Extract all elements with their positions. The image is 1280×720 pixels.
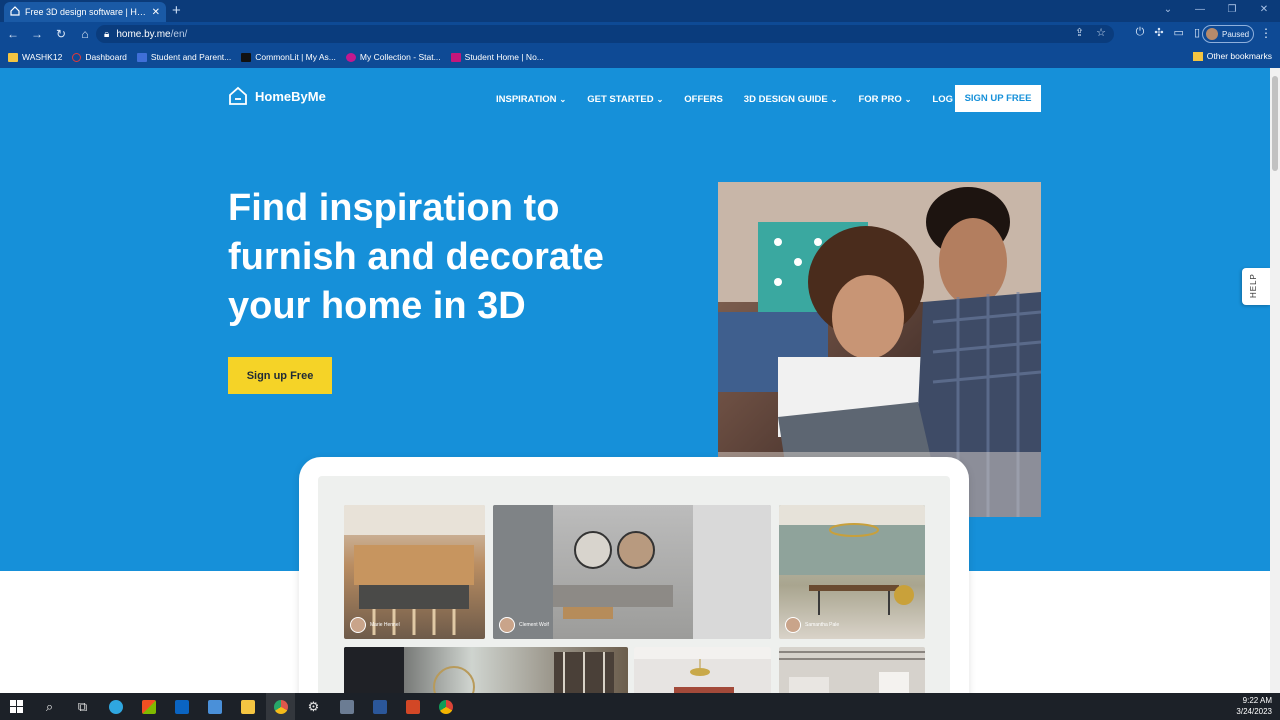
brand-name: HomeByMe xyxy=(255,88,326,104)
side-panel-icon[interactable]: ▯ xyxy=(1194,26,1200,39)
chrome-profile-icon[interactable] xyxy=(429,693,462,720)
sign-up-free-button[interactable]: SIGN UP FREE xyxy=(955,85,1041,112)
cast-icon[interactable]: ▭ xyxy=(1174,26,1184,39)
mail-icon[interactable] xyxy=(165,693,198,720)
book-icon xyxy=(241,52,252,62)
gallery-card[interactable]: Marie Hennel xyxy=(344,505,485,639)
windows-taskbar: ⌕ ⧉ ⚙ 9:22 AM 3/24/2023 xyxy=(0,693,1280,720)
hero-headline: Find inspiration to furnish and decorate… xyxy=(228,187,604,327)
brand-logo[interactable]: HomeByMe xyxy=(228,86,326,106)
folder-icon xyxy=(1192,51,1203,61)
avatar xyxy=(1206,28,1218,40)
minimize-icon[interactable]: — xyxy=(1184,0,1216,22)
card-author: Clement Wolf xyxy=(499,617,549,633)
word-icon[interactable] xyxy=(363,693,396,720)
bookmark-item[interactable]: Dashboard xyxy=(72,52,127,62)
search-icon[interactable]: ⌕ xyxy=(33,693,66,720)
bookmark-star-icon[interactable]: ☆ xyxy=(1096,26,1106,39)
chevron-down-icon: ⌄ xyxy=(559,95,567,104)
new-tab-button[interactable]: + xyxy=(172,2,181,20)
power-extension-icon[interactable]: ⏻ xyxy=(1136,26,1145,39)
folder-icon xyxy=(8,52,18,62)
browser-tab-active[interactable]: Free 3D design software | HomeByMe ✕ xyxy=(4,2,166,22)
clock-time: 9:22 AM xyxy=(1242,696,1272,705)
lock-icon: 🔒︎ xyxy=(104,28,110,40)
collection-icon xyxy=(345,52,356,62)
nav-3d-design-guide[interactable]: 3D DESIGN GUIDE ⌄ xyxy=(744,94,838,105)
system-clock[interactable]: 9:22 AM 3/24/2023 xyxy=(1236,695,1272,717)
powerpoint-icon[interactable] xyxy=(396,693,429,720)
student-home-icon xyxy=(450,52,461,62)
homebyme-favicon-icon xyxy=(10,6,20,18)
bookmark-item[interactable]: CommonLit | My As... xyxy=(241,52,336,62)
edge-icon[interactable] xyxy=(99,693,132,720)
other-bookmarks[interactable]: Other bookmarks xyxy=(1192,51,1272,61)
address-bar-row: ← → ↻ ⌂ 🔒︎ home.by.me/en/ ⇪ ☆ ⏻ ✣ ▭ ▯ Pa… xyxy=(0,22,1280,46)
bookmarks-bar: WASHK12 Dashboard Student and Parent... … xyxy=(0,46,1280,68)
bookmark-item[interactable]: My Collection - Stat... xyxy=(345,52,441,62)
url-input[interactable]: 🔒︎ home.by.me/en/ ⇪ ☆ xyxy=(96,25,1114,43)
window-controls: ⌄ — ❐ ✕ xyxy=(1152,0,1280,22)
browser-tab-strip: Free 3D design software | HomeByMe ✕ + ⌄… xyxy=(0,0,1280,22)
hero-sign-up-button[interactable]: Sign up Free xyxy=(228,357,332,394)
avatar xyxy=(350,617,366,633)
dashboard-icon xyxy=(72,52,82,62)
avatar xyxy=(785,617,801,633)
help-tab[interactable]: HELP xyxy=(1242,268,1270,305)
project-gallery: Marie Hennel Clement Wolf Samantha Pale xyxy=(318,476,950,706)
close-window-icon[interactable]: ✕ xyxy=(1248,0,1280,22)
tab-title: Free 3D design software | HomeByMe xyxy=(25,7,147,17)
gallery-card[interactable]: Clement Wolf xyxy=(493,505,771,639)
home-icon[interactable]: ⌂ xyxy=(74,27,96,41)
bookmark-item[interactable]: Student Home | No... xyxy=(450,52,544,62)
task-view-icon[interactable]: ⧉ xyxy=(66,693,99,720)
chevron-down-icon: ⌄ xyxy=(904,95,912,104)
device-mockup: Marie Hennel Clement Wolf Samantha Pale xyxy=(299,457,969,717)
tab-search-icon[interactable]: ⌄ xyxy=(1152,0,1184,22)
forward-icon[interactable]: → xyxy=(26,27,48,41)
chevron-down-icon: ⌄ xyxy=(656,95,664,104)
profile-button[interactable]: Paused xyxy=(1202,25,1254,43)
house-logo-icon xyxy=(229,86,247,105)
puzzle-extension-icon[interactable]: ✣ xyxy=(1154,26,1163,39)
file-explorer-icon[interactable] xyxy=(231,693,264,720)
profile-status: Paused xyxy=(1222,29,1250,39)
browser-menu-icon[interactable]: ⋮ xyxy=(1260,26,1272,40)
scrollbar-thumb[interactable] xyxy=(1272,76,1278,171)
restore-icon[interactable]: ❐ xyxy=(1216,0,1248,22)
photos-icon[interactable] xyxy=(198,693,231,720)
sis-icon xyxy=(136,52,147,62)
url-path: /en/ xyxy=(170,28,188,40)
tab-close-icon[interactable]: ✕ xyxy=(152,7,160,18)
calculator-icon[interactable] xyxy=(330,693,363,720)
reload-icon[interactable]: ↻ xyxy=(50,27,72,41)
nav-get-started[interactable]: GET STARTED ⌄ xyxy=(587,94,663,105)
nav-for-pro[interactable]: FOR PRO ⌄ xyxy=(858,94,911,105)
back-icon[interactable]: ← xyxy=(2,27,24,41)
nav-offers[interactable]: OFFERS xyxy=(684,94,723,105)
avatar xyxy=(499,617,515,633)
gallery-card[interactable]: Samantha Pale xyxy=(779,505,925,639)
windows-start-icon[interactable] xyxy=(0,693,33,720)
extensions-area: ⏻ ✣ ▭ ▯ xyxy=(1136,26,1200,39)
share-icon[interactable]: ⇪ xyxy=(1075,26,1084,39)
chrome-icon[interactable] xyxy=(264,693,297,720)
bookmark-item[interactable]: WASHK12 xyxy=(8,52,62,62)
settings-gear-icon[interactable]: ⚙ xyxy=(297,693,330,720)
chevron-down-icon: ⌄ xyxy=(830,95,838,104)
bookmark-item[interactable]: Student and Parent... xyxy=(136,52,231,62)
card-author: Marie Hennel xyxy=(350,617,400,633)
store-icon[interactable] xyxy=(132,693,165,720)
url-host: home.by.me xyxy=(116,28,171,40)
card-author: Samantha Pale xyxy=(785,617,839,633)
page-scrollbar[interactable] xyxy=(1270,68,1280,693)
clock-date: 3/24/2023 xyxy=(1236,707,1272,716)
nav-inspiration[interactable]: INSPIRATION ⌄ xyxy=(496,94,566,105)
main-nav: INSPIRATION ⌄ GET STARTED ⌄ OFFERS 3D DESI… xyxy=(496,94,965,105)
